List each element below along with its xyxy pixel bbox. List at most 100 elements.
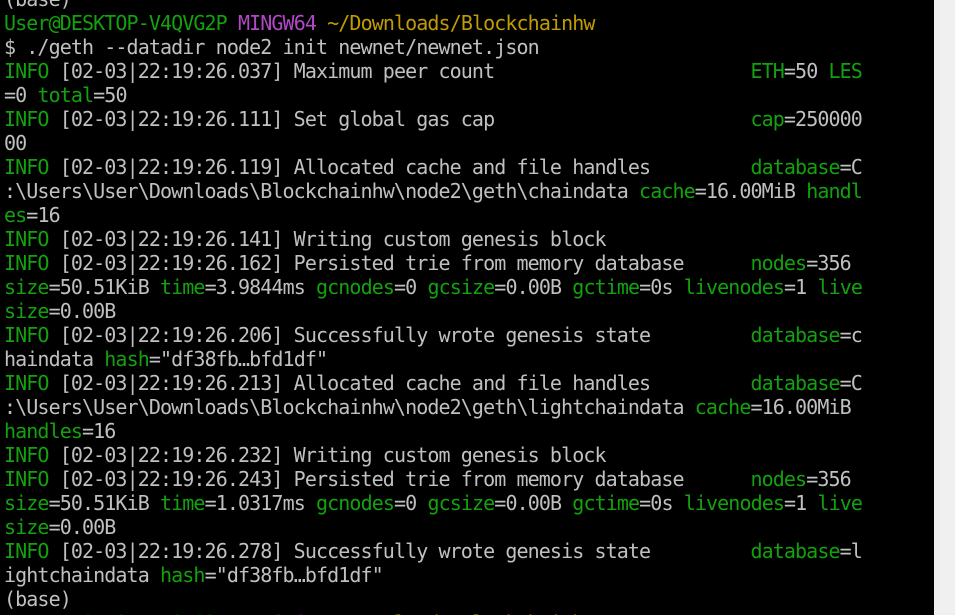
terminal-line: INFO [02-03|22:19:26.232] Writing custom… [4, 443, 934, 467]
terminal-output: (base)User@DESKTOP-V4QVG2P MINGW64 ~/Dow… [4, 0, 934, 615]
terminal-line: (base) [4, 587, 934, 611]
terminal-line: handles=16 [4, 419, 934, 443]
terminal-line: INFO [02-03|22:19:26.119] Allocated cach… [4, 155, 934, 179]
terminal-text-segment: gcsize [427, 491, 495, 515]
terminal-text-segment: =16.00MiB [694, 179, 807, 203]
terminal-text-segment: ightchaindata [4, 563, 160, 587]
terminal-text-segment: =1 [784, 275, 818, 299]
terminal-text-segment: cap [750, 107, 784, 131]
terminal-line: size=50.51KiB time=1.0317ms gcnodes=0 gc… [4, 491, 934, 515]
terminal-text-segment: =3.9844ms [204, 275, 316, 299]
terminal-line: User@DESKTOP-V4QVG2P MINGW64 ~/Downloads… [4, 611, 934, 615]
terminal-text-segment: [02-03|22:19:26.206] Successfully wrote … [48, 323, 751, 347]
terminal-text-segment: [02-03|22:19:26.162] Persisted trie from… [48, 251, 751, 275]
terminal-text-segment: $ ./geth --datadir node2 init newnet/new… [4, 35, 540, 59]
scrollbar[interactable] [934, 0, 955, 615]
terminal-text-segment: =C [839, 371, 863, 395]
terminal-text-segment: time [160, 491, 205, 515]
terminal-line: size=50.51KiB time=3.9844ms gcnodes=0 gc… [4, 275, 934, 299]
terminal-line: (base) [4, 0, 934, 11]
terminal-text-segment: =0s [639, 491, 684, 515]
terminal-text-segment: =0 [394, 275, 428, 299]
terminal-text-segment: INFO [4, 323, 49, 347]
terminal-window[interactable]: (base)User@DESKTOP-V4QVG2P MINGW64 ~/Dow… [0, 0, 934, 615]
terminal-text-segment: ETH [750, 59, 784, 83]
terminal-line: User@DESKTOP-V4QVG2P MINGW64 ~/Downloads… [4, 11, 934, 35]
terminal-text-segment: INFO [4, 467, 49, 491]
terminal-text-segment: haindata [4, 347, 105, 371]
terminal-text-segment: INFO [4, 227, 49, 251]
terminal-text-segment: =356 [806, 467, 851, 491]
terminal-text-segment: =16.00MiB [750, 395, 851, 419]
terminal-text-segment: =0 [4, 83, 38, 107]
terminal-text-segment: gcsize [427, 275, 495, 299]
terminal-line: :\Users\User\Downloads\Blockchainhw\node… [4, 179, 934, 203]
terminal-text-segment: database [750, 371, 840, 395]
terminal-line: INFO [02-03|22:19:26.206] Successfully w… [4, 323, 934, 347]
terminal-text-segment: [02-03|22:19:26.141] Writing custom gene… [48, 227, 607, 251]
terminal-text-segment: =0.00B [494, 275, 573, 299]
terminal-text-segment: nodes [750, 467, 807, 491]
terminal-text-segment: User@DESKTOP-V4QVG2P [4, 11, 228, 35]
terminal-line: INFO [02-03|22:19:26.141] Writing custom… [4, 227, 934, 251]
terminal-text-segment: cache [639, 179, 696, 203]
terminal-line: INFO [02-03|22:19:26.037] Maximum peer c… [4, 59, 934, 83]
terminal-text-segment: =0 [394, 491, 428, 515]
terminal-text-segment: total [37, 83, 94, 107]
terminal-text-segment: nodes [750, 251, 807, 275]
terminal-text-segment: live [817, 275, 863, 299]
terminal-text-segment: size [4, 299, 49, 323]
terminal-text-segment: =0.00B [48, 515, 117, 539]
terminal-text-segment: =50 [783, 59, 829, 83]
terminal-text-segment: database [750, 323, 840, 347]
terminal-text-segment: [02-03|22:19:26.037] Maximum peer count [48, 59, 751, 83]
terminal-text-segment: livenodes [683, 491, 785, 515]
terminal-line: size=0.00B [4, 299, 934, 323]
terminal-text-segment: =16 [82, 419, 116, 443]
terminal-line: $ ./geth --datadir node2 init newnet/new… [4, 35, 934, 59]
terminal-line: INFO [02-03|22:19:26.278] Successfully w… [4, 539, 934, 563]
terminal-text-segment: database [750, 155, 840, 179]
terminal-text-segment: =50 [93, 83, 127, 107]
terminal-text-segment: MINGW64 [238, 611, 317, 615]
terminal-text-segment: INFO [4, 155, 49, 179]
terminal-text-segment: 00 [4, 131, 27, 155]
terminal-text-segment: INFO [4, 539, 49, 563]
terminal-text-segment: livenodes [683, 275, 785, 299]
terminal-text-segment: ~/Downloads/Blockchainhw [327, 611, 595, 615]
terminal-text-segment: LES [828, 59, 862, 83]
terminal-line: haindata hash="df38fb…bfd1df" [4, 347, 934, 371]
terminal-text-segment: User@DESKTOP-V4QVG2P [4, 611, 228, 615]
terminal-line: INFO [02-03|22:19:26.162] Persisted trie… [4, 251, 934, 275]
terminal-text-segment: INFO [4, 371, 49, 395]
terminal-text-segment: hash [159, 563, 205, 587]
terminal-line: es=16 [4, 203, 934, 227]
terminal-text-segment: :\Users\User\Downloads\Blockchainhw\node… [4, 179, 640, 203]
terminal-text-segment: =C [839, 155, 863, 179]
terminal-text-segment: database [750, 539, 840, 563]
terminal-text-segment: cache [694, 395, 752, 419]
terminal-text-segment: [02-03|22:19:26.278] Successfully wrote … [48, 539, 751, 563]
terminal-text-segment: live [817, 491, 863, 515]
terminal-text-segment: time [160, 275, 205, 299]
terminal-text-segment: INFO [4, 251, 49, 275]
terminal-text-segment: (base) [4, 0, 72, 11]
terminal-line: INFO [02-03|22:19:26.111] Set global gas… [4, 107, 934, 131]
terminal-line: :\Users\User\Downloads\Blockchainhw\node… [4, 395, 934, 419]
terminal-text-segment: =50.51KiB [48, 491, 160, 515]
terminal-line: INFO [02-03|22:19:26.213] Allocated cach… [4, 371, 934, 395]
terminal-text-segment: gcnodes [316, 275, 395, 299]
terminal-text-segment: =1.0317ms [204, 491, 316, 515]
terminal-text-segment: handles [4, 419, 83, 443]
terminal-text-segment: =0.00B [48, 299, 117, 323]
terminal-text-segment: =356 [806, 251, 851, 275]
terminal-text-segment: handl [806, 179, 863, 203]
terminal-text-segment: =1 [784, 491, 818, 515]
terminal-text-segment: [02-03|22:19:26.232] Writing custom gene… [48, 443, 607, 467]
terminal-text-segment: es [4, 203, 27, 227]
terminal-text-segment: =50.51KiB [48, 275, 160, 299]
